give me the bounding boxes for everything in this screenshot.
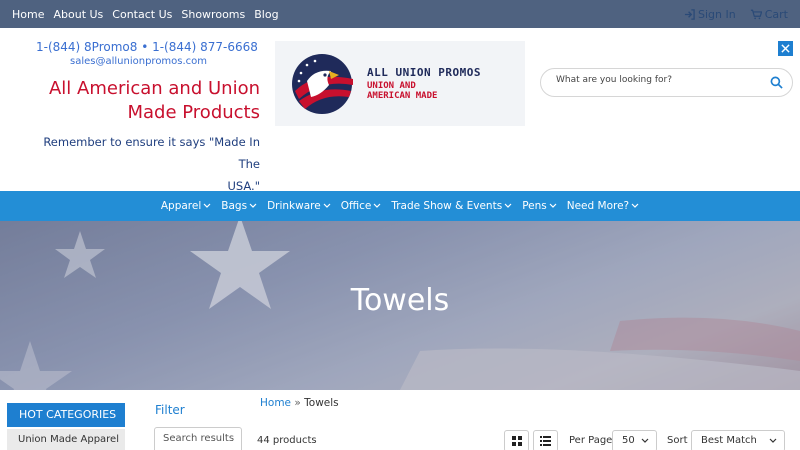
nav-label: Drinkware (267, 200, 321, 212)
search-icon[interactable] (770, 76, 783, 89)
chevron-down-icon (769, 438, 777, 443)
chevron-down-icon (631, 203, 639, 208)
email-link[interactable]: sales@allunionpromos.com (70, 56, 207, 67)
main-nav: Apparel Bags Drinkware Office Trade Show… (0, 191, 800, 221)
chevron-down-icon (549, 203, 557, 208)
breadcrumb-home[interactable]: Home (260, 397, 291, 409)
per-page-label: Per Page (569, 435, 613, 446)
chevron-down-icon (249, 203, 257, 208)
top-bar: Home About Us Contact Us Showrooms Blog … (0, 0, 800, 28)
nav-label: Apparel (160, 200, 202, 212)
nav-label: Bags (221, 200, 248, 212)
nav-item-apparel[interactable]: Apparel (161, 200, 211, 212)
filter-heading: Filter (155, 403, 185, 417)
sort-label: Sort (667, 435, 688, 446)
account-links: Sign In Cart (684, 0, 788, 28)
hero-banner: Towels (0, 221, 800, 390)
per-page-select[interactable]: 50 (612, 430, 657, 450)
breadcrumb: Home » Towels (260, 397, 339, 409)
cart-label: Cart (764, 7, 788, 21)
chevron-down-icon (504, 203, 512, 208)
cart-icon (750, 9, 762, 19)
nav-item-office[interactable]: Office (341, 200, 382, 212)
breadcrumb-separator: » (294, 397, 301, 409)
chevron-down-icon (203, 203, 211, 208)
nav-label: Need More? (566, 200, 630, 212)
top-links: Home About Us Contact Us Showrooms Blog (12, 0, 288, 28)
category-item-union-made-apparel[interactable]: Union Made Apparel (7, 429, 125, 450)
site-logo[interactable]: ALL UNION PROMOS UNION AND AMERICAN MADE (275, 41, 525, 126)
x-glyph-icon (781, 44, 790, 53)
nav-label: Pens (522, 200, 547, 212)
x-social-icon[interactable] (778, 41, 793, 56)
chevron-down-icon (373, 203, 381, 208)
chevron-down-icon (641, 438, 649, 443)
eagle-logo-icon (292, 54, 353, 114)
nav-item-trade-show-events[interactable]: Trade Show & Events (391, 200, 512, 212)
nav-label: Office (340, 200, 372, 212)
grid-icon (511, 436, 522, 446)
product-count: 44 products (257, 435, 317, 446)
grid-view-button[interactable] (504, 430, 529, 450)
tagline-line-1: Remember to ensure it says "Made In The (43, 135, 260, 171)
logo-text-line-1: ALL UNION PROMOS (367, 66, 481, 79)
logo-text-union: UNION AND (367, 81, 416, 91)
brand-name: All American and Union Made Products (30, 77, 260, 125)
list-view-button[interactable] (533, 430, 558, 450)
top-link-showrooms[interactable]: Showrooms (181, 8, 245, 21)
chevron-down-icon (323, 203, 331, 208)
phone-numbers[interactable]: 1-(844) 8Promo8 • 1-(844) 877-6668 (36, 40, 258, 54)
tagline: Remember to ensure it says "Made In The … (20, 131, 260, 197)
per-page-value: 50 (622, 435, 635, 446)
top-link-blog[interactable]: Blog (254, 8, 278, 21)
logo-text-american: AMERICAN MADE (367, 91, 438, 101)
hot-categories-header: HOT CATEGORIES (7, 403, 125, 427)
breadcrumb-current: Towels (304, 397, 339, 409)
nav-label: Trade Show & Events (391, 200, 503, 212)
sort-value: Best Match (701, 435, 757, 446)
nav-item-drinkware[interactable]: Drinkware (267, 200, 331, 212)
sign-in-link[interactable]: Sign In (684, 8, 736, 21)
top-link-contact-us[interactable]: Contact Us (112, 8, 172, 21)
brand-line-1: All American and Union (48, 78, 260, 99)
top-link-about-us[interactable]: About Us (53, 8, 103, 21)
top-link-home[interactable]: Home (12, 8, 44, 21)
list-icon (540, 436, 551, 446)
nav-item-bags[interactable]: Bags (221, 200, 257, 212)
cart-link[interactable]: Cart (750, 8, 788, 21)
sort-select[interactable]: Best Match (691, 430, 785, 450)
search-input[interactable] (556, 75, 756, 85)
site-search (540, 68, 793, 97)
sign-in-icon (684, 8, 695, 20)
sign-in-label: Sign In (698, 7, 736, 21)
nav-item-pens[interactable]: Pens (522, 200, 557, 212)
search-results-input[interactable]: Search results (154, 427, 242, 450)
nav-item-need-more[interactable]: Need More? (567, 200, 639, 212)
logo-text-line-2: UNION AND AMERICAN MADE (367, 81, 437, 101)
brand-line-2: Made Products (127, 102, 260, 123)
page-title: Towels (350, 283, 450, 318)
